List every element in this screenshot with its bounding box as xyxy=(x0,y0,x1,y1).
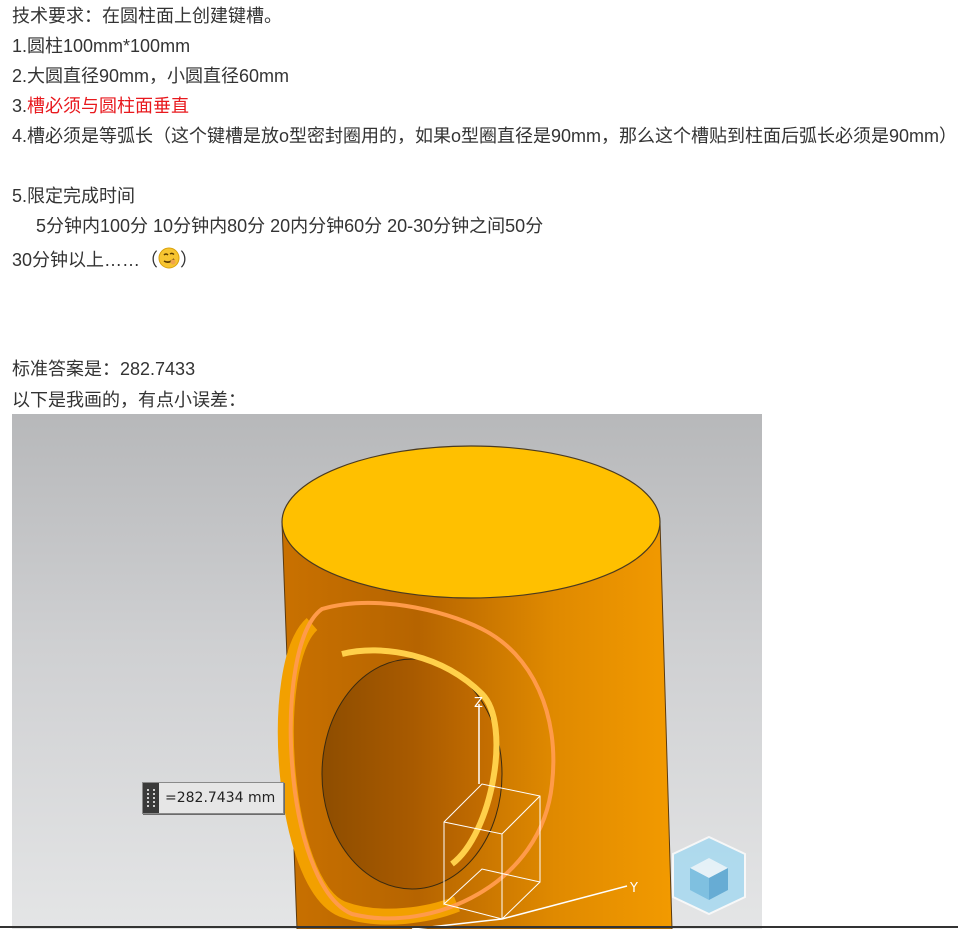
divider xyxy=(0,926,958,928)
requirement-5: 5.限定完成时间 xyxy=(12,186,136,206)
axis-y-label: Y xyxy=(629,881,638,896)
cad-viewport-screenshot: Z Y =282.7434 mm xyxy=(12,414,762,929)
groove-pocket xyxy=(321,658,503,890)
scoring-rules: 5分钟内100分 10分钟内80分 20内分钟60分 20-30分钟之间50分 xyxy=(36,216,544,236)
overtime-paren: ） xyxy=(180,250,199,270)
smirk-emoji-icon xyxy=(158,247,180,269)
scoring-rules-overtime: 30分钟以上……（ ） xyxy=(12,247,198,271)
requirement-2: 2.大圆直径90mm，小圆直径60mm xyxy=(12,66,290,86)
requirement-3: 3.槽必须与圆柱面垂直 xyxy=(12,95,189,117)
requirement-4: 4.槽必须是等弧长（这个键槽是放o型密封圈用的，如果o型圈直径是90mm，那么这… xyxy=(12,126,958,146)
cylinder-model: Z Y xyxy=(277,445,746,929)
drag-handle-icon xyxy=(143,783,159,813)
my-drawing-caption: 以下是我画的，有点小误差： xyxy=(12,390,246,410)
requirement-title: 技术要求：在圆柱面上创建键槽。 xyxy=(12,6,282,26)
measurement-value: =282.7434 mm xyxy=(165,790,276,806)
axis-z-label: Z xyxy=(474,696,483,711)
cylinder-top-face xyxy=(281,445,661,599)
standard-answer: 标准答案是：282.7433 xyxy=(12,359,196,379)
requirement-3-text: 槽必须与圆柱面垂直 xyxy=(27,96,190,116)
overtime-text: 30分钟以上……（ xyxy=(12,250,159,270)
requirement-1: 1.圆柱100mm*100mm xyxy=(12,36,191,56)
requirement-3-number: 3. xyxy=(12,96,28,116)
watermark-logo-icon xyxy=(672,835,746,916)
measurement-readout: =282.7434 mm xyxy=(142,782,284,814)
